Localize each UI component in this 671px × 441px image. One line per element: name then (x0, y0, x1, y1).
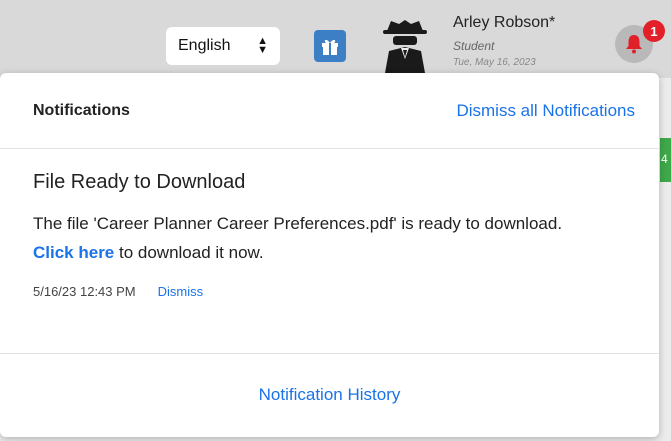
gift-icon (322, 39, 338, 55)
user-name: Arley Robson* (453, 14, 556, 31)
download-link-suffix: to download it now. (114, 243, 264, 262)
top-bar: English ▲ ▼ Arley Robson* Student Tue, Ma… (0, 0, 671, 78)
bell-icon (626, 35, 642, 54)
notifications-header: Notifications Dismiss all Notifications (0, 73, 659, 149)
side-status-value: 4 (661, 152, 668, 166)
dismiss-link[interactable]: Dismiss (158, 284, 204, 299)
spy-avatar-icon (383, 20, 427, 73)
notification-history-link[interactable]: Notification History (259, 385, 401, 405)
avatar[interactable] (381, 17, 429, 73)
notification-meta: 5/16/23 12:43 PM Dismiss (33, 284, 635, 299)
gift-button[interactable] (314, 30, 346, 62)
side-status-badge: 4 (660, 138, 671, 182)
notifications-footer: Notification History (0, 354, 659, 436)
notifications-title: Notifications (33, 101, 130, 119)
notification-message: The file 'Career Planner Career Preferen… (33, 214, 563, 233)
language-select-value: English (178, 37, 231, 54)
notifications-panel: Notifications Dismiss all Notifications … (0, 73, 659, 437)
download-link[interactable]: Click here (33, 243, 114, 262)
notification-count-badge: 1 (643, 20, 665, 42)
notification-body: The file 'Career Planner Career Preferen… (33, 209, 633, 267)
notification-timestamp: 5/16/23 12:43 PM (33, 284, 136, 299)
notification-item: File Ready to Download The file 'Career … (0, 149, 659, 354)
select-arrows-icon: ▲ ▼ (257, 35, 268, 56)
notification-title: File Ready to Download (33, 171, 246, 193)
user-date: Tue, May 16, 2023 (453, 57, 536, 68)
dismiss-all-link[interactable]: Dismiss all Notifications (456, 101, 635, 121)
user-role: Student (453, 39, 495, 53)
language-select[interactable]: English ▲ ▼ (166, 27, 280, 65)
